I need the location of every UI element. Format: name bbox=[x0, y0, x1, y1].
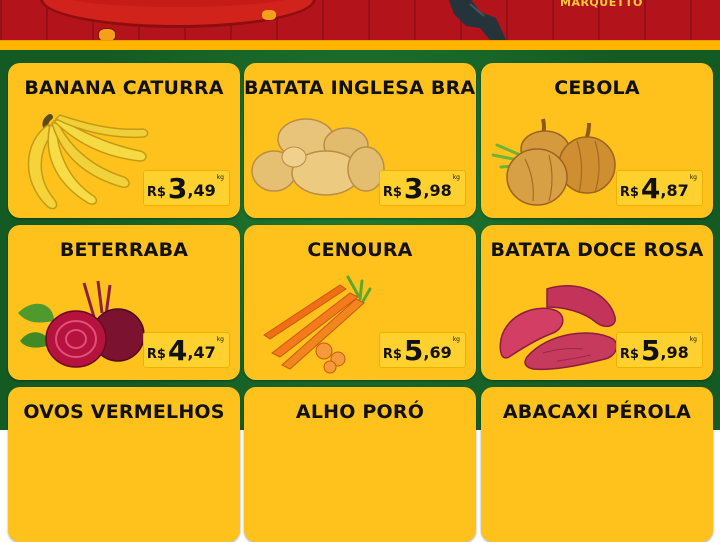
price-integer: 3 bbox=[403, 172, 424, 205]
banner-decoration bbox=[98, 28, 116, 40]
bananas-image bbox=[27, 114, 149, 210]
price-unit: kg bbox=[689, 336, 697, 343]
product-card[interactable]: BETERRABA R$ 4 ,47 kg bbox=[8, 225, 240, 380]
price-integer: 5 bbox=[403, 334, 424, 367]
product-card[interactable]: BATATA DOCE ROSA R$ 5 ,98 kg bbox=[481, 225, 713, 380]
price-currency: R$ bbox=[382, 347, 402, 362]
header-banner: MARQUETTO bbox=[0, 0, 720, 40]
mascot-image bbox=[448, 0, 506, 40]
product-name: BANANA CATURRA bbox=[24, 77, 224, 99]
price-tag: R$ 5 ,69 kg bbox=[378, 332, 466, 368]
product-name: BATATA DOCE ROSA bbox=[490, 239, 704, 261]
price-currency: R$ bbox=[146, 347, 166, 362]
product-name: BETERRABA bbox=[59, 239, 189, 261]
price-currency: R$ bbox=[146, 185, 166, 200]
price-tag: R$ 4 ,87 kg bbox=[615, 170, 703, 206]
price-integer: 3 bbox=[167, 172, 188, 205]
product-card[interactable]: CEBOLA R$ 4 ,87 kg bbox=[481, 63, 713, 218]
price-tag: R$ 4 ,47 kg bbox=[142, 332, 230, 368]
price-unit: kg bbox=[216, 336, 224, 343]
sweet-potatoes-image bbox=[499, 285, 618, 371]
price-tag: R$ 3 ,98 kg bbox=[378, 170, 466, 206]
product-name: BATATA INGLESA BRANCA bbox=[244, 77, 476, 99]
product-name: CEBOLA bbox=[554, 77, 640, 99]
price-currency: R$ bbox=[382, 185, 402, 200]
potatoes-image bbox=[251, 118, 385, 196]
price-integer: 5 bbox=[640, 334, 661, 367]
price-integer: 4 bbox=[167, 334, 188, 367]
price-unit: kg bbox=[689, 174, 697, 181]
product-name: OVOS VERMELHOS bbox=[23, 401, 225, 423]
product-card[interactable]: ABACAXI PÉROLA bbox=[481, 387, 713, 542]
product-card[interactable]: CENOURA R$ 5 ,69 kg bbox=[244, 225, 476, 380]
price-decimal: ,87 bbox=[660, 181, 689, 200]
beets-image bbox=[18, 280, 153, 368]
price-decimal: ,47 bbox=[187, 343, 216, 362]
product-card[interactable]: ALHO PORÓ bbox=[244, 387, 476, 542]
product-name: ALHO PORÓ bbox=[295, 401, 425, 423]
product-name: CENOURA bbox=[307, 239, 413, 261]
price-integer: 4 bbox=[640, 172, 661, 205]
price-tag: R$ 3 ,49 kg bbox=[142, 170, 230, 206]
product-name: ABACAXI PÉROLA bbox=[502, 401, 692, 423]
product-card[interactable]: BATATA INGLESA BRANCA R$ 3 ,98 kg bbox=[244, 63, 476, 218]
carrots-image bbox=[263, 275, 372, 374]
price-decimal: ,49 bbox=[187, 181, 216, 200]
price-unit: kg bbox=[452, 174, 460, 181]
product-card[interactable]: OVOS VERMELHOS bbox=[8, 387, 240, 542]
price-currency: R$ bbox=[619, 347, 639, 362]
price-unit: kg bbox=[216, 174, 224, 181]
brand-text: MARQUETTO bbox=[560, 0, 643, 9]
price-decimal: ,98 bbox=[660, 343, 689, 362]
price-currency: R$ bbox=[619, 185, 639, 200]
price-decimal: ,69 bbox=[423, 343, 452, 362]
onions-image bbox=[491, 118, 616, 206]
price-unit: kg bbox=[452, 336, 460, 343]
price-tag: R$ 5 ,98 kg bbox=[615, 332, 703, 368]
product-card[interactable]: BANANA CATURRA R$ 3 ,49 kg bbox=[8, 63, 240, 218]
price-decimal: ,98 bbox=[423, 181, 452, 200]
banner-decoration bbox=[262, 10, 276, 20]
